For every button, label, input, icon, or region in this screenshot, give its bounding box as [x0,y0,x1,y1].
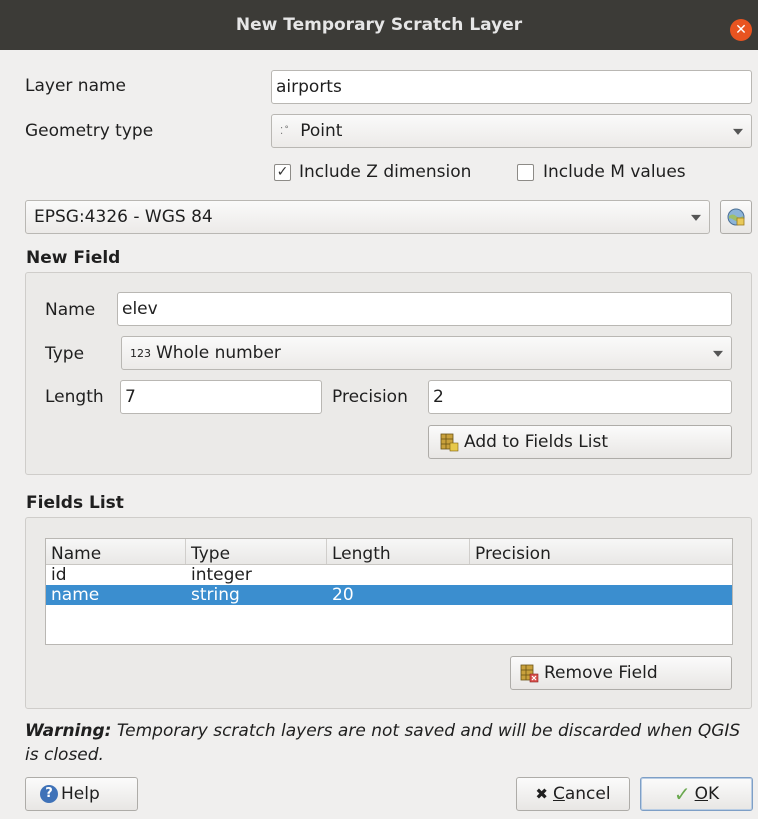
ok-button[interactable]: ✓ OK [640,777,753,811]
cell-type: integer [191,565,252,585]
field-type-label: Type [45,344,85,364]
cell-precision [470,565,732,585]
close-button[interactable]: ✕ [730,19,752,41]
chevron-down-icon [713,350,723,357]
field-name-input[interactable]: elev [117,292,732,326]
fields-list-title: Fields List [26,493,124,513]
field-precision-label: Precision [332,387,408,407]
add-field-icon [440,433,459,452]
add-to-fields-list-label: Add to Fields List [464,432,609,452]
warning-message: Warning: Temporary scratch layers are no… [25,719,750,767]
checkmark-icon: ✓ [673,782,691,806]
geometry-type-select[interactable]: ⁚˚ Point [271,114,752,148]
geometry-type-value: Point [300,121,343,141]
table-row[interactable]: id integer [46,565,732,585]
cell-length [327,565,470,585]
remove-field-button[interactable]: Remove Field [510,656,732,690]
warning-label: Warning: [25,721,112,741]
field-length-label: Length [45,387,104,407]
table-row[interactable]: name string 20 [46,585,732,605]
title-bar: New Temporary Scratch Layer ✕ [0,0,758,50]
field-type-value: Whole number [156,343,281,363]
cancel-icon: ✖ [535,785,548,803]
cell-precision [470,585,732,605]
crs-selector-button[interactable] [720,200,752,234]
field-type-select[interactable]: 123 Whole number [121,336,732,370]
field-length-input[interactable]: 7 [120,380,322,414]
cell-length: 20 [332,585,354,605]
point-geometry-icon: ⁚˚ [280,125,291,137]
whole-number-icon: 123 [130,346,151,360]
column-header-type[interactable]: Type [186,539,327,564]
layer-name-label: Layer name [25,76,127,96]
crs-select[interactable]: EPSG:4326 - WGS 84 [25,200,710,234]
include-z-checkbox[interactable]: ✓ [274,164,291,181]
checkmark-icon: ✓ [276,164,289,180]
chevron-down-icon [733,128,743,135]
window-title: New Temporary Scratch Layer [235,15,523,35]
globe-icon [727,208,745,226]
include-m-checkbox[interactable] [517,164,534,181]
warning-text: Temporary scratch layers are not saved a… [25,721,741,765]
crs-value: EPSG:4326 - WGS 84 [34,207,213,227]
column-header-name[interactable]: Name [46,539,186,564]
include-z-label: Include Z dimension [299,162,472,182]
help-icon: ? [40,785,58,803]
layer-name-input[interactable]: airports [271,70,752,104]
column-header-precision[interactable]: Precision [470,539,732,564]
cancel-button[interactable]: ✖ Cancel [516,777,630,811]
column-header-length[interactable]: Length [327,539,470,564]
new-field-title: New Field [26,248,121,268]
help-label: Help [61,784,100,804]
fields-table-header: Name Type Length Precision [46,539,732,565]
geometry-type-label: Geometry type [25,121,154,141]
ok-label: OK [694,784,720,804]
cell-name: id [51,565,67,585]
cancel-label: Cancel [552,784,611,804]
remove-field-label: Remove Field [544,663,658,683]
close-icon: ✕ [735,22,747,38]
add-to-fields-list-button[interactable]: Add to Fields List [428,425,732,459]
include-m-label: Include M values [543,162,686,182]
cell-name: name [51,585,100,605]
fields-table[interactable]: Name Type Length Precision id integer na… [45,538,733,645]
help-button[interactable]: ? Help [25,777,138,811]
cell-type: string [191,585,240,605]
chevron-down-icon [691,214,701,221]
remove-field-icon [520,664,539,683]
field-precision-input[interactable]: 2 [428,380,732,414]
field-name-label: Name [45,300,96,320]
